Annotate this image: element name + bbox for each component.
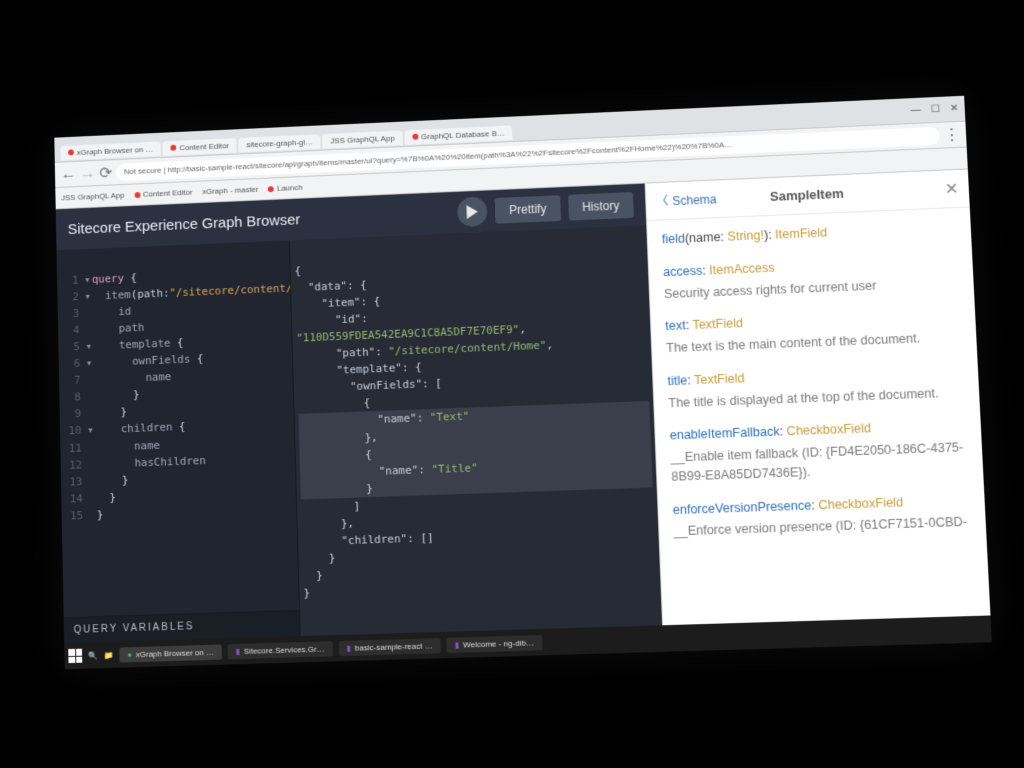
nav-forward-icon[interactable]: →: [80, 164, 96, 182]
taskbar-item[interactable]: ▮Sitecore.Services.Gr…: [227, 641, 332, 659]
result-viewer[interactable]: { "data": { "item": { "id": "110D559FDEA…: [290, 225, 662, 636]
query-editor[interactable]: 1▾query { 2▾ item(path:"/sitecore/conten…: [57, 240, 301, 643]
docs-panel: 〈 Schema SampleItem ✕ field(name: String…: [645, 169, 991, 625]
docs-entry[interactable]: enforceVersionPresence: CheckboxField __…: [672, 490, 971, 541]
maximize-icon[interactable]: ☐: [931, 104, 941, 115]
bookmark[interactable]: Launch: [268, 183, 303, 193]
chevron-left-icon: 〈: [656, 192, 669, 209]
browser-tab[interactable]: sitecore-graph-gl…: [238, 134, 320, 152]
minimize-icon[interactable]: —: [910, 105, 921, 116]
docs-entry[interactable]: enableItemFallback: CheckboxField __Enab…: [669, 416, 969, 486]
monitor-screen: xGraph Browser on … Content Editor sitec…: [54, 96, 992, 669]
close-icon[interactable]: ✕: [950, 103, 959, 114]
menu-icon[interactable]: ⋮: [943, 124, 960, 145]
nav-back-icon[interactable]: ←: [61, 165, 77, 183]
result-code: { "data": { "item": { "id": "110D559FDEA…: [290, 225, 662, 625]
taskbar-item[interactable]: ▮basic-sample-react …: [338, 637, 441, 655]
taskbar-item[interactable]: ●xGraph Browser on …: [119, 644, 222, 662]
play-icon: [465, 205, 479, 219]
docs-close-button[interactable]: ✕: [944, 178, 959, 199]
app-title: Sitecore Experience Graph Browser: [68, 211, 301, 238]
docs-title: SampleItem: [770, 186, 844, 204]
query-code[interactable]: 1▾query { 2▾ item(path:"/sitecore/conten…: [57, 240, 297, 547]
bookmark[interactable]: Content Editor: [134, 188, 193, 199]
docs-body: field(name: String!): ItemField access: …: [647, 207, 987, 566]
graphiql-app: Sitecore Experience Graph Browser Pretti…: [56, 184, 662, 644]
docs-back-button[interactable]: 〈 Schema: [656, 190, 717, 209]
docs-entry[interactable]: access: ItemAccess Security access right…: [663, 251, 960, 304]
folder-icon[interactable]: 📁: [104, 650, 114, 659]
prettify-button[interactable]: Prettify: [495, 195, 561, 223]
bookmark[interactable]: xGraph - master: [202, 185, 259, 196]
docs-entry[interactable]: title: TextField The title is displayed …: [667, 361, 965, 413]
docs-entry[interactable]: text: TextField The text is the main con…: [665, 306, 962, 358]
window-controls: — ☐ ✕: [910, 103, 959, 116]
browser-tab[interactable]: JSS GraphQL App: [322, 130, 402, 148]
browser-tab[interactable]: xGraph Browser on …: [60, 141, 161, 160]
search-icon[interactable]: 🔍: [88, 651, 98, 660]
taskbar-item[interactable]: ▮Welcome - ng-dib…: [446, 634, 542, 652]
start-button[interactable]: [68, 649, 82, 663]
editor-panes: 1▾query { 2▾ item(path:"/sitecore/conten…: [57, 225, 663, 643]
app-body: Sitecore Experience Graph Browser Pretti…: [56, 169, 991, 643]
reload-icon[interactable]: ⟳: [99, 163, 112, 183]
browser-tab[interactable]: Content Editor: [163, 138, 237, 156]
history-button[interactable]: History: [568, 192, 634, 221]
browser-tab[interactable]: GraphQL Database B…: [404, 125, 513, 145]
execute-button[interactable]: [457, 196, 488, 227]
docs-entry[interactable]: field(name: String!): ItemField: [662, 218, 957, 249]
bookmark[interactable]: JSS GraphQL App: [61, 191, 124, 203]
